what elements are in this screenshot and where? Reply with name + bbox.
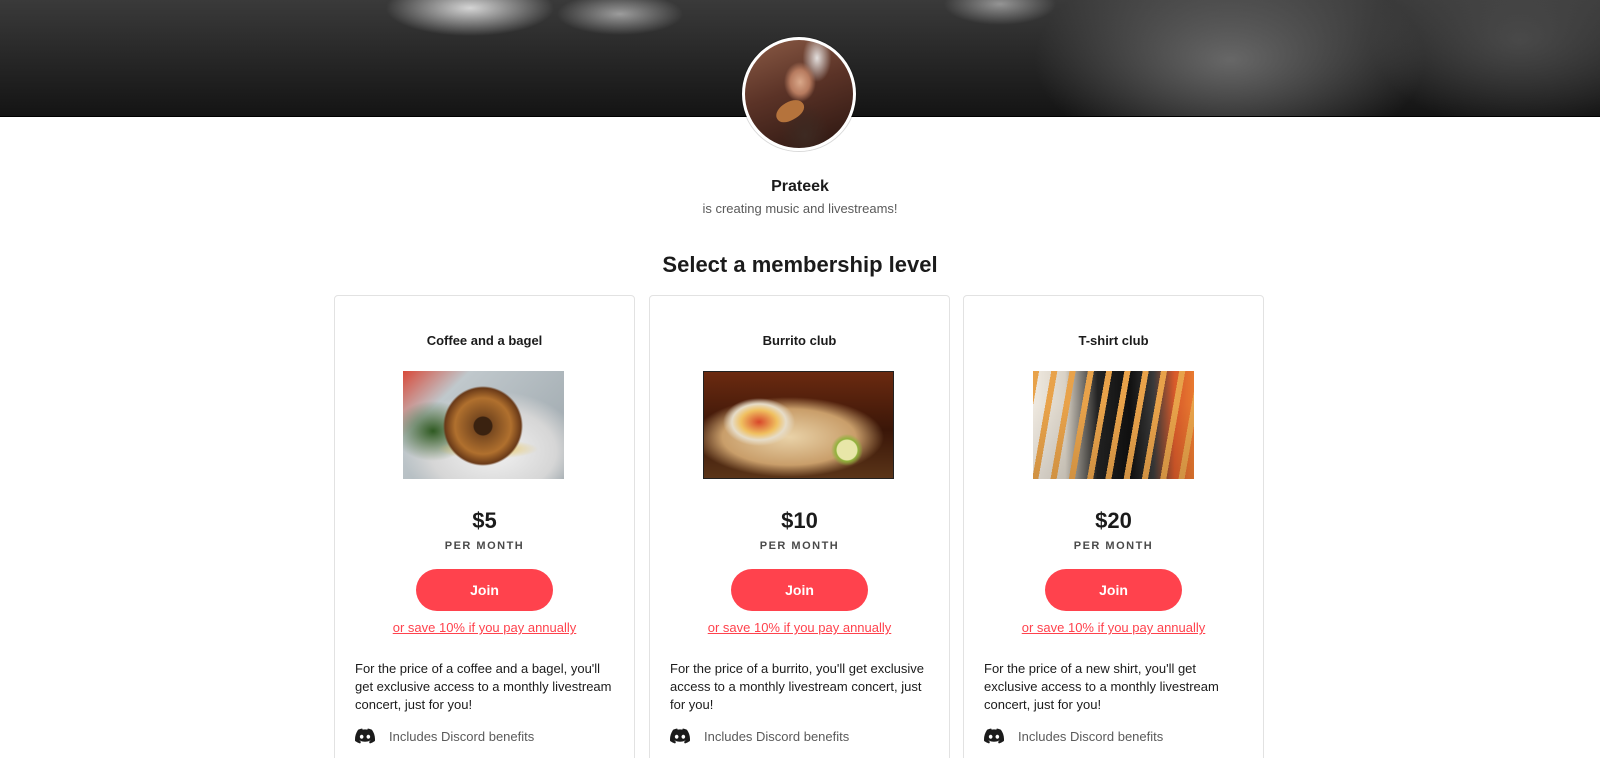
- tier-title: Coffee and a bagel: [426, 333, 543, 348]
- benefit-label: Includes Discord benefits: [704, 728, 850, 744]
- annual-save-link[interactable]: or save 10% if you pay annually: [335, 620, 634, 635]
- tier-card-burrito: Burrito club $10 PER MONTH Join or save …: [649, 295, 950, 758]
- tier-price: $5: [472, 508, 497, 533]
- tier-description: For the price of a coffee and a bagel, y…: [355, 661, 612, 712]
- join-button[interactable]: Join: [731, 569, 868, 611]
- tier-image: [1033, 371, 1194, 479]
- benefit-item: Includes Discord benefits: [670, 727, 849, 745]
- tier-price: $10: [781, 508, 818, 533]
- tier-image: [703, 371, 894, 479]
- guitar-shape: [772, 95, 808, 127]
- tshirts-photo: [1033, 371, 1194, 479]
- bagel-photo: [403, 371, 564, 479]
- discord-icon: [670, 728, 690, 744]
- tier-description: For the price of a new shirt, you'll get…: [984, 661, 1219, 712]
- tier-period: PER MONTH: [444, 540, 525, 552]
- creator-avatar[interactable]: [742, 37, 856, 151]
- tier-price: $20: [1095, 508, 1132, 533]
- tier-card-tshirt: T-shirt club $20 PER MONTH Join or save …: [963, 295, 1264, 758]
- burrito-photo: [704, 372, 893, 478]
- discord-icon: [355, 728, 375, 744]
- benefit-item: Includes Discord benefits: [355, 727, 534, 745]
- section-title: Select a membership level: [662, 252, 938, 277]
- creator-name: Prateek: [771, 178, 829, 195]
- tier-card-coffee: Coffee and a bagel $5 PER MONTH Join or …: [334, 295, 635, 758]
- annual-save-link[interactable]: or save 10% if you pay annually: [964, 620, 1263, 635]
- tier-description: For the price of a burrito, you'll get e…: [670, 661, 924, 712]
- annual-save-link[interactable]: or save 10% if you pay annually: [650, 620, 949, 635]
- join-button[interactable]: Join: [1045, 569, 1182, 611]
- benefit-label: Includes Discord benefits: [1018, 728, 1164, 744]
- tier-image: [403, 371, 564, 479]
- tier-period: PER MONTH: [759, 540, 840, 552]
- discord-icon: [984, 728, 1004, 744]
- creator-tagline: is creating music and livestreams!: [702, 201, 898, 216]
- tier-title: T-shirt club: [1078, 333, 1149, 348]
- tier-title: Burrito club: [762, 333, 837, 348]
- tier-period: PER MONTH: [1073, 540, 1154, 552]
- benefit-item: Includes Discord benefits: [984, 727, 1163, 745]
- join-button[interactable]: Join: [416, 569, 553, 611]
- benefit-label: Includes Discord benefits: [389, 728, 535, 744]
